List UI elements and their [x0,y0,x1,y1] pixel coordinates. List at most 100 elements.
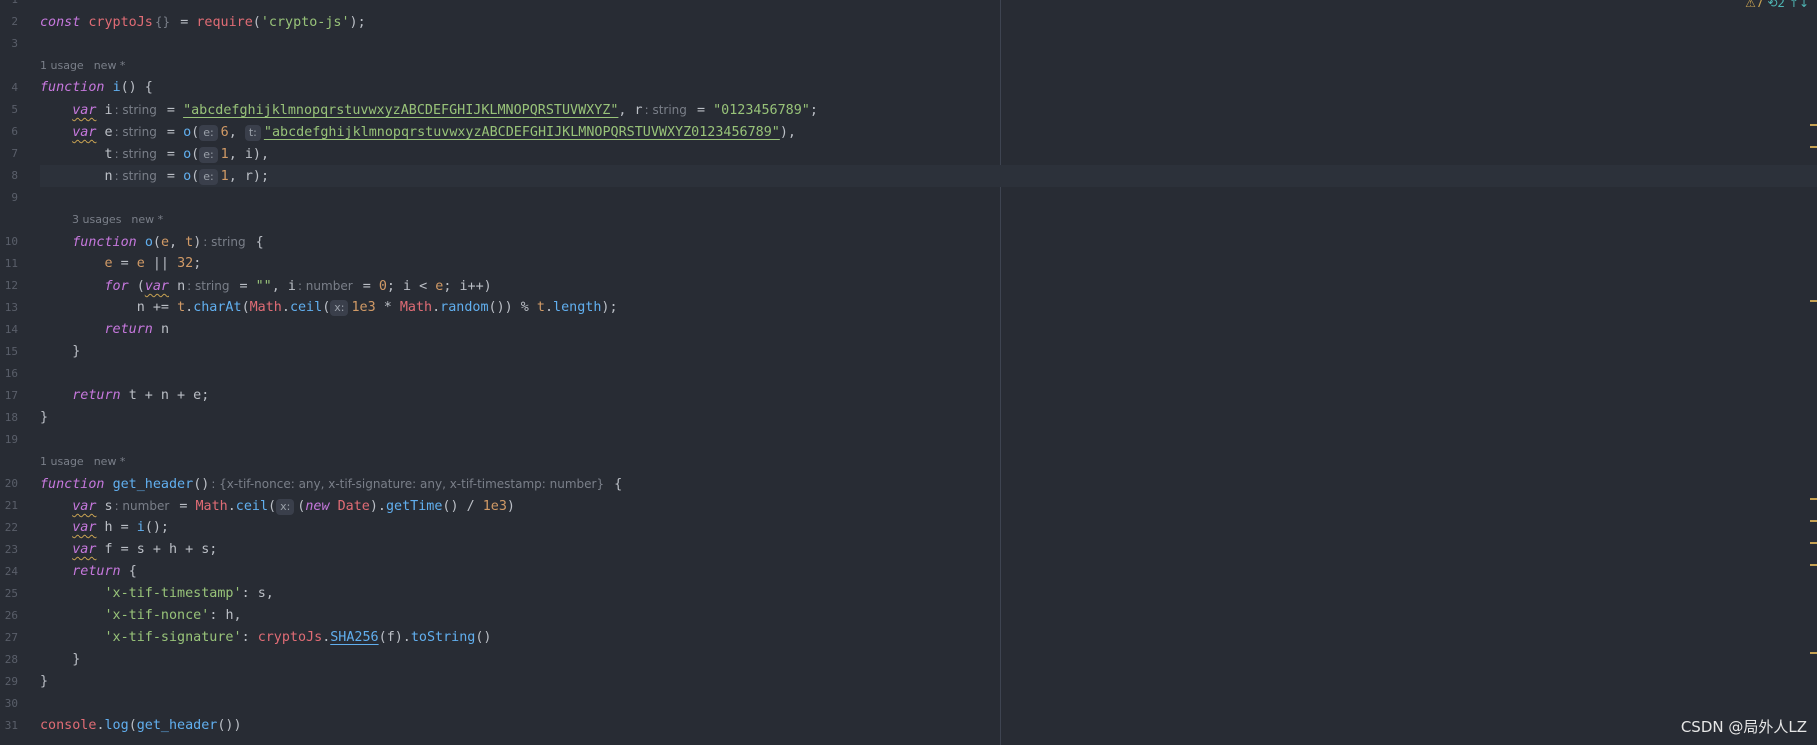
keyword: var [144,279,169,294]
type-hint: : string [114,147,157,161]
line-number[interactable]: 28 [0,649,18,671]
line-number[interactable]: 13 [0,297,18,319]
identifier: h, [225,608,242,623]
identifier: console [40,718,97,733]
line-number[interactable]: 29 [0,671,18,693]
error-stripe[interactable] [1807,0,1817,745]
type-hint: : string [644,103,687,117]
usage-count[interactable]: 3 usages [72,213,121,226]
code-line-21[interactable]: var s: number = Math.ceil(x: (new Date).g… [40,495,1817,517]
code-line-17[interactable]: return t + n + e; [40,385,1817,407]
line-number[interactable]: 21 [0,495,18,517]
usage-count[interactable]: 1 usage [40,455,84,468]
line-number[interactable]: 1 [0,0,18,11]
line-number[interactable]: 27 [0,627,18,649]
string-literal: 'x-tif-signature' [104,630,242,645]
code-line-29[interactable]: } [40,671,1817,693]
line-number[interactable]: 30 [0,693,18,715]
line-number[interactable]: 6 [0,121,18,143]
warning-marker[interactable] [1810,564,1817,566]
warning-marker[interactable] [1810,520,1817,522]
code-line-10[interactable]: function o(e, t): string { [40,231,1817,253]
code-line-20[interactable]: function get_header(): {x-tif-nonce: any… [40,473,1817,495]
line-number[interactable]: 8 [0,165,18,187]
code-line-28[interactable]: } [40,649,1817,671]
number-literal: 32 [177,256,194,271]
warning-marker[interactable] [1810,652,1817,654]
identifier: cryptoJs [88,15,153,30]
number-literal: 6 [220,125,229,140]
line-number[interactable]: 17 [0,385,18,407]
code-line-24[interactable]: return { [40,561,1817,583]
code-line-4[interactable]: function i() { [40,77,1817,99]
warning-marker[interactable] [1810,542,1817,544]
code-line-11[interactable]: e = e || 32; [40,253,1817,275]
line-number[interactable]: 26 [0,605,18,627]
line-number[interactable]: 31 [0,715,18,737]
line-number[interactable]: 18 [0,407,18,429]
line-number[interactable]: 22 [0,517,18,539]
code-line-8[interactable]: n: string = o(e: 1, r); [40,165,1817,187]
line-number[interactable]: 24 [0,561,18,583]
line-number[interactable]: 10 [0,231,18,253]
string-literal: 'crypto-js' [260,15,350,30]
param-hint: x: [276,499,295,515]
warning-marker[interactable] [1810,124,1817,126]
code-line-25[interactable]: 'x-tif-timestamp': s, [40,583,1817,605]
line-number[interactable]: 4 [0,77,18,99]
line-number[interactable]: 23 [0,539,18,561]
expression: t + n + e; [128,388,210,403]
line-number[interactable]: 7 [0,143,18,165]
code-line-12[interactable]: for (var n: string = "", i: number = 0; … [40,275,1817,297]
up-arrow-icon[interactable]: ↑ [1789,0,1799,10]
code-line-18[interactable]: } [40,407,1817,429]
usage-hint[interactable]: 3 usages new * [72,209,173,231]
identifier: Math [249,300,282,315]
line-number[interactable]: 11 [0,253,18,275]
code-line-22[interactable]: var h = i(); [40,517,1817,539]
code-line-27[interactable]: 'x-tif-signature': cryptoJs.SHA256(f).to… [40,627,1817,649]
usage-hint[interactable]: 1 usage new * [40,55,135,77]
line-number[interactable]: 2 [0,11,18,33]
warning-marker[interactable] [1810,498,1817,500]
line-number[interactable]: 3 [0,33,18,55]
code-line-14[interactable]: return n [40,319,1817,341]
inspection-status[interactable]: ⚠7 ⟲2 ↑↓ [1745,0,1809,10]
code-line-2[interactable]: const cryptoJs{} = require('crypto-js'); [40,11,1817,33]
code-line-5[interactable]: var i: string = "abcdefghijklmnopqrstuvw… [40,99,1817,121]
line-number[interactable]: 20 [0,473,18,495]
code-line-31[interactable]: console.log(get_header()) [40,715,1817,737]
property: length [553,300,602,315]
line-number[interactable]: 12 [0,275,18,297]
line-number[interactable]: 25 [0,583,18,605]
operator: = [172,15,197,30]
warning-marker[interactable] [1810,146,1817,148]
code-line-6[interactable]: var e: string = o(e: 6, t: "abcdefghijklmn… [40,121,1817,143]
identifier: r [634,103,643,118]
line-number[interactable]: 9 [0,187,18,209]
string-literal: "0123456789" [713,103,810,118]
line-number[interactable]: 14 [0,319,18,341]
line-number[interactable]: 15 [0,341,18,363]
code-line-26[interactable]: 'x-tif-nonce': h, [40,605,1817,627]
code-line-23[interactable]: var f = s + h + s; [40,539,1817,561]
param-hint: e: [199,125,218,141]
code-line-15[interactable]: } [40,341,1817,363]
line-number[interactable]: 16 [0,363,18,385]
identifier: r [244,169,253,184]
code-line-13[interactable]: n += t.charAt(Math.ceil(x: 1e3 * Math.ran… [40,297,1817,319]
line-number[interactable]: 5 [0,99,18,121]
weak-warning-count[interactable]: ⟲2 [1767,0,1785,10]
type-hint: : number [297,279,353,293]
code-line-7[interactable]: t: string = o(e: 1, i), [40,143,1817,165]
line-number[interactable]: 19 [0,429,18,451]
watermark: CSDN @局外人LZ [1680,718,1807,736]
warning-marker[interactable] [1810,300,1817,302]
usage-count[interactable]: 1 usage [40,59,84,72]
class-name: Date [337,499,370,514]
number-literal: 0 [378,279,387,294]
identifier: cryptoJs [257,630,323,645]
warning-count[interactable]: ⚠7 [1745,0,1763,10]
usage-hint[interactable]: 1 usage new * [40,451,135,473]
function-call: i [136,520,145,535]
